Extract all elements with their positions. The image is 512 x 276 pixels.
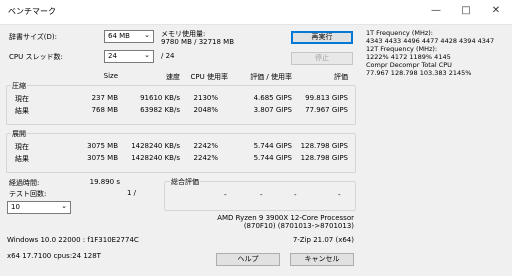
- compress-result-speed: 63982 KB/s: [140, 106, 180, 114]
- elapsed-time-label: 経過時間:: [9, 179, 40, 187]
- help-button[interactable]: ヘルプ: [216, 253, 280, 266]
- stop-button[interactable]: 停止: [291, 52, 353, 65]
- header-speed: 速度: [166, 73, 180, 81]
- decompress-current-rating-usage: 5.744 GIPS: [253, 142, 292, 150]
- compress-current-speed: 91610 KB/s: [140, 94, 180, 102]
- rerun-button[interactable]: 再実行: [291, 31, 353, 44]
- frequency-info: 1T Frequency (MHz): 4343 4433 4496 4477 …: [366, 29, 494, 77]
- memory-usage-value: 9780 MB / 32718 MB: [161, 38, 235, 46]
- header-cpu-usage: CPU 使用率: [190, 73, 228, 81]
- compress-current-rating-usage: 4.685 GIPS: [253, 94, 292, 102]
- cpu-name: AMD Ryzen 9 3900X 12-Core Processor: [217, 214, 354, 222]
- passes-count: 1 /: [126, 189, 136, 197]
- decompress-result-rating-usage: 5.744 GIPS: [253, 154, 292, 162]
- decompress-current-speed: 1428240 KB/s: [131, 142, 180, 150]
- decompress-current-cpu: 2242%: [193, 142, 218, 150]
- compress-result-rating: 77.967 GIPS: [305, 106, 348, 114]
- maximize-icon[interactable]: □: [452, 2, 480, 20]
- compress-result-rating-usage: 3.807 GIPS: [253, 106, 292, 114]
- decompress-current-rating: 128.798 GIPS: [300, 142, 348, 150]
- cpu-id: (870F10) (8701013->8701013): [243, 222, 354, 230]
- overall-value: -: [338, 191, 341, 199]
- info-line: 77.967 128.798 103.383 2145%: [366, 69, 472, 77]
- decompress-result-size: 3075 MB: [87, 154, 118, 162]
- dictionary-size-select[interactable]: 64 MB ⌄: [104, 30, 154, 43]
- cpu-threads-total: / 24: [161, 52, 175, 60]
- chevron-down-icon: ⌄: [144, 31, 150, 39]
- chevron-down-icon: ⌄: [61, 202, 67, 210]
- os-info: Windows 10.0 22000 : f1F310E2774C: [7, 236, 139, 244]
- compress-current-cpu: 2130%: [193, 94, 218, 102]
- decompress-current-size: 3075 MB: [87, 142, 118, 150]
- info-line: 1T Frequency (MHz):: [366, 29, 433, 37]
- overall-value: -: [294, 191, 297, 199]
- close-icon[interactable]: ✕: [482, 2, 510, 20]
- compress-label: 圧縮: [11, 81, 27, 91]
- cpu-threads-label: CPU スレッド数:: [9, 53, 63, 61]
- arch-info: x64 17.7100 cpus:24 128T: [7, 252, 101, 260]
- compress-current-label: 現在: [15, 95, 29, 103]
- compress-group: [6, 85, 356, 125]
- dictionary-size-value: 64 MB: [108, 32, 130, 40]
- compress-result-cpu: 2048%: [193, 106, 218, 114]
- minimize-icon[interactable]: —: [422, 2, 450, 20]
- compress-result-label: 結果: [15, 107, 29, 115]
- compress-current-rating: 99.813 GIPS: [305, 94, 348, 102]
- header-rating-usage: 評価 / 使用率: [250, 73, 292, 81]
- cancel-button[interactable]: キャンセル: [290, 253, 354, 266]
- passes-label: テスト回数:: [9, 190, 47, 198]
- decompress-group: [6, 133, 356, 173]
- elapsed-time-value: 19.890 s: [89, 178, 120, 186]
- info-line: 4343 4433 4496 4477 4428 4394 4347: [366, 37, 495, 45]
- decompress-result-label: 結果: [15, 155, 29, 163]
- header-size: Size: [103, 72, 118, 80]
- zip-version: 7-Zip 21.07 (x64): [292, 236, 354, 244]
- overall-value: -: [260, 191, 263, 199]
- cpu-threads-value: 24: [108, 52, 117, 60]
- passes-select[interactable]: 10 ⌄: [7, 201, 71, 214]
- window-title: ベンチマーク: [8, 7, 56, 16]
- info-line: 1222% 4172 1189% 4145: [366, 53, 451, 61]
- overall-value: -: [224, 191, 227, 199]
- decompress-result-cpu: 2242%: [193, 154, 218, 162]
- compress-current-size: 237 MB: [91, 94, 118, 102]
- info-line: 12T Frequency (MHz):: [366, 45, 438, 53]
- decompress-result-rating: 128.798 GIPS: [300, 154, 348, 162]
- overall-rating-label: 総合評価: [170, 177, 200, 187]
- info-line: Compr Decompr Total CPU: [366, 61, 452, 69]
- decompress-result-speed: 1428240 KB/s: [131, 154, 180, 162]
- header-rating: 評価: [334, 73, 348, 81]
- decompress-current-label: 現在: [15, 143, 29, 151]
- decompress-label: 展開: [11, 129, 27, 139]
- compress-result-size: 768 MB: [91, 106, 118, 114]
- dictionary-size-label: 辞書サイズ(D):: [9, 33, 58, 41]
- chevron-down-icon: ⌄: [144, 51, 150, 59]
- passes-select-value: 10: [11, 203, 20, 211]
- cpu-threads-select[interactable]: 24 ⌄: [104, 50, 154, 63]
